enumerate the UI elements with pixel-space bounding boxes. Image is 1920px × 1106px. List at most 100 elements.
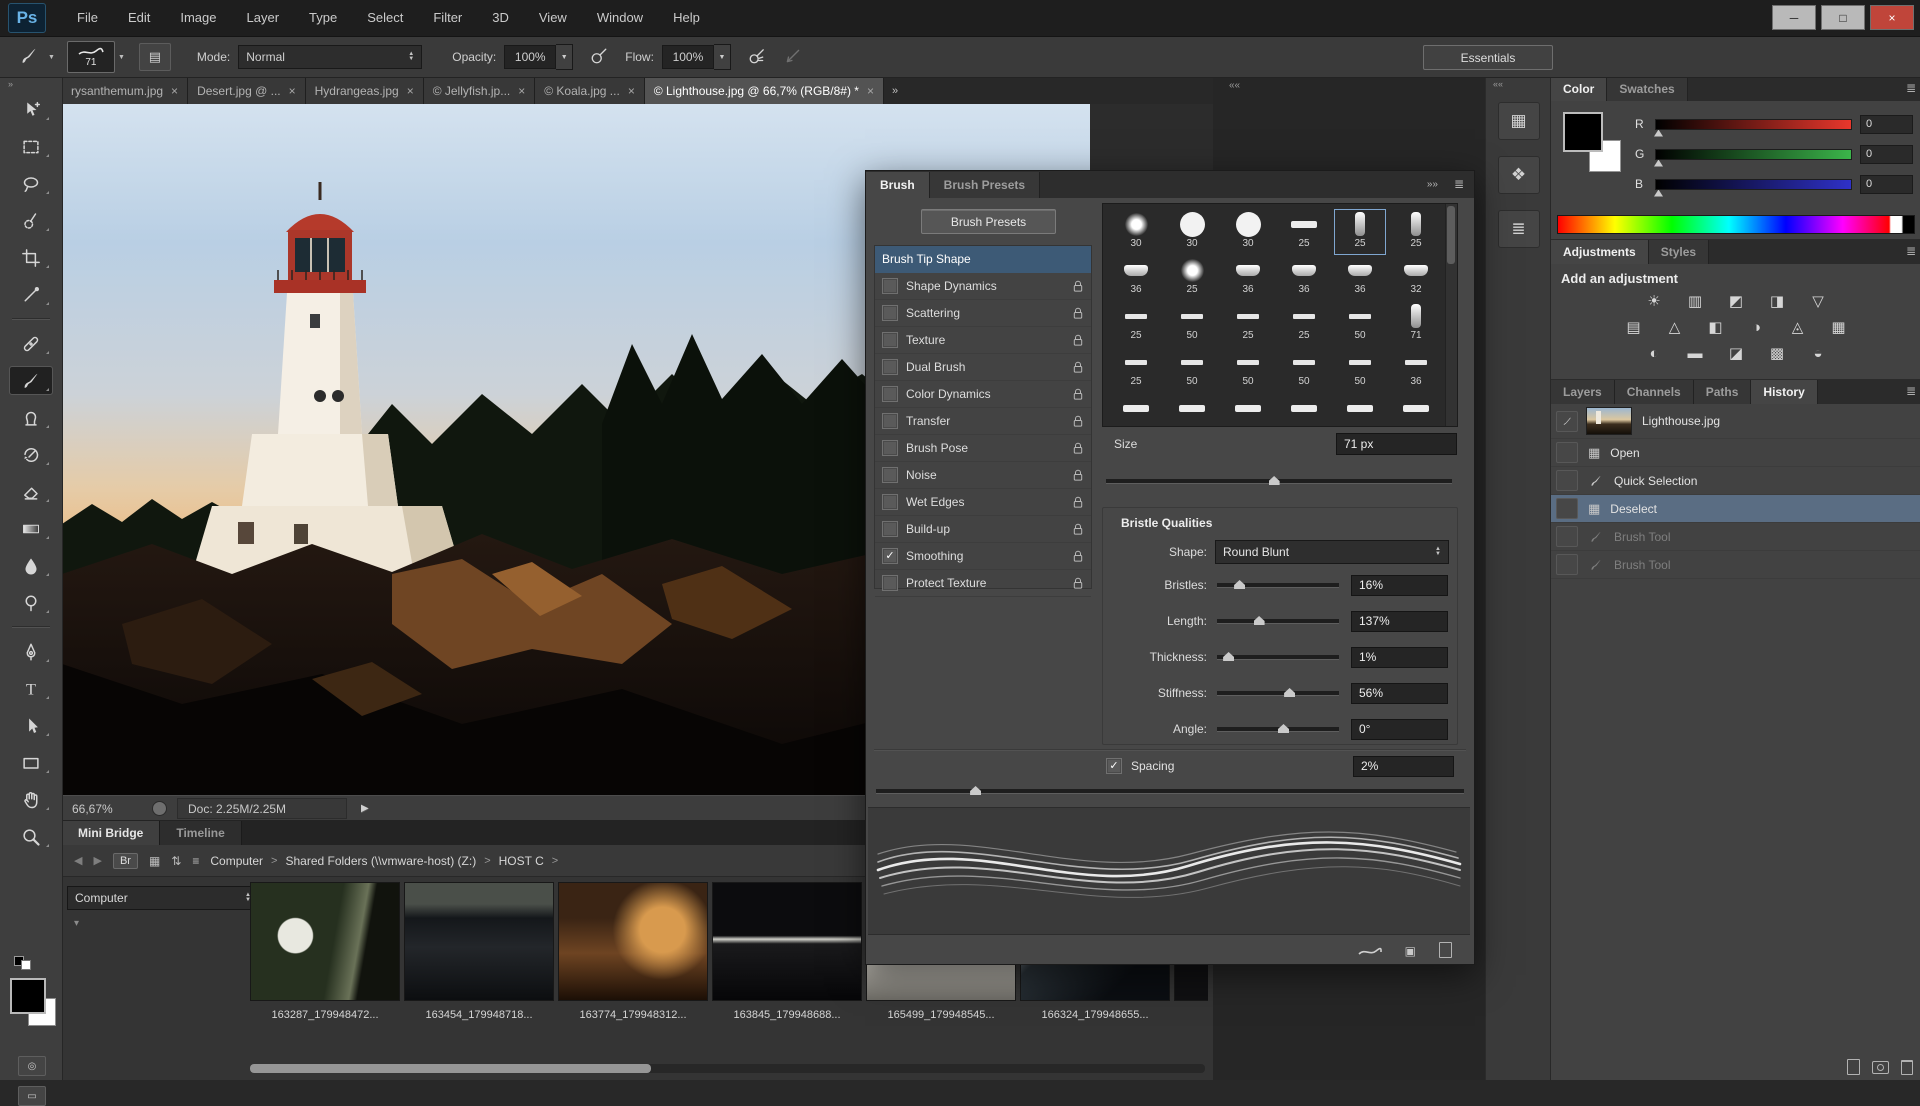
brush-setting-scattering[interactable]: Scattering [875,300,1091,327]
brush-tip-preset[interactable]: 25 [1279,302,1329,346]
brush-preset-picker[interactable]: 71 [67,41,115,73]
brush-setting-shape-dynamics[interactable]: Shape Dynamics [875,273,1091,300]
brush-tip-preset[interactable]: 36 [1335,256,1385,300]
document-tab[interactable]: © Lighthouse.jpg @ 66,7% (RGB/8#) *× [645,78,884,104]
view-options-icon[interactable]: ▦ [149,854,160,868]
brush-tip-preset[interactable] [1223,394,1273,427]
live-tip-preview-icon[interactable] [1358,946,1382,958]
setting-checkbox[interactable] [882,332,898,348]
pod-expander-icon[interactable]: ▾ [74,918,79,929]
foreground-color-swatch[interactable] [10,978,46,1014]
status-options-icon[interactable]: ▶ [361,803,369,814]
history-state[interactable]: ▦Open [1551,439,1920,467]
history-snapshot[interactable]: Lighthouse.jpg [1551,404,1920,439]
setting-checkbox[interactable]: ✓ [882,548,898,564]
create-new-brush-icon[interactable] [1439,942,1452,958]
tab-adjustments[interactable]: Adjustments [1551,240,1649,264]
menu-file[interactable]: File [62,0,113,36]
tab-styles[interactable]: Styles [1649,240,1709,264]
navigator-panel-icon[interactable]: ❖ [1498,156,1540,194]
tab-paths[interactable]: Paths [1694,380,1752,404]
color-spectrum-ramp[interactable] [1557,215,1915,234]
slider-thumb[interactable] [1223,652,1234,661]
threshold-icon[interactable]: ◪ [1723,342,1749,364]
menu-3d[interactable]: 3D [477,0,524,36]
slider-thumb[interactable] [1254,616,1265,625]
file-item[interactable]: 163845_179948688... [712,882,862,1054]
close-button[interactable]: × [1870,5,1914,30]
document-size-field[interactable]: Doc: 2.25M/2.25M [177,798,347,819]
brush-tip-preset[interactable] [1279,394,1329,427]
brush-setting-brush-tip-shape[interactable]: Brush Tip Shape [875,246,1091,273]
setting-checkbox[interactable] [882,440,898,456]
setting-checkbox[interactable] [882,305,898,321]
brush-setting-smoothing[interactable]: ✓Smoothing [875,543,1091,570]
scrollbar-thumb[interactable] [1447,206,1455,264]
slider-track[interactable] [1217,583,1339,587]
brush-tip-preset[interactable]: 50 [1335,348,1385,392]
brush-tip-preset[interactable]: 71 [1391,302,1441,346]
file-thumbnail[interactable] [250,882,400,1001]
brush-tip-preset[interactable]: 30 [1223,210,1273,254]
menu-type[interactable]: Type [294,0,352,36]
tab-color[interactable]: Color [1551,77,1607,101]
file-item[interactable]: 163774_179948312... [558,882,708,1054]
setting-checkbox[interactable] [882,386,898,402]
brush-tip-preset[interactable] [1391,394,1441,427]
brush-tip-preset[interactable]: 30 [1167,210,1217,254]
breadcrumb-item[interactable]: Shared Folders (\\vmware-host) (Z:) [285,854,476,868]
brush-tip-preset[interactable]: 25 [1335,210,1385,254]
crop-tool[interactable] [10,244,52,271]
spacing-value-field[interactable]: 2% [1353,756,1454,777]
panel-menu-icon[interactable]: ≣ [1906,384,1916,398]
shape-dropdown[interactable]: Round Blunt ▲ ▼ [1215,540,1449,564]
opacity-value[interactable]: 100% [504,45,556,69]
breadcrumb-item[interactable]: Computer [210,854,263,868]
setting-checkbox[interactable] [882,278,898,294]
channel-slider[interactable] [1655,119,1852,130]
history-state[interactable]: Brush Tool [1551,523,1920,551]
tab-layers[interactable]: Layers [1551,380,1615,404]
expand-panels-icon[interactable]: «« [1486,76,1551,92]
close-tab-icon[interactable]: × [628,84,635,98]
slider-value-field[interactable]: 56% [1351,683,1448,704]
menu-view[interactable]: View [524,0,582,36]
levels-icon[interactable]: ▥ [1682,290,1708,312]
set-history-source-well[interactable] [1556,526,1578,547]
brush-setting-brush-pose[interactable]: Brush Pose [875,435,1091,462]
brush-setting-noise[interactable]: Noise [875,462,1091,489]
toggle-brush-panel-button[interactable]: ▤ [139,43,171,71]
slider-thumb[interactable] [1654,130,1663,137]
menu-filter[interactable]: Filter [418,0,477,36]
document-tab[interactable]: Hydrangeas.jpg× [306,78,424,104]
healing-brush-tool[interactable] [10,330,52,357]
brush-tip-preset[interactable]: 36 [1223,256,1273,300]
brush-tip-preset[interactable]: 25 [1167,256,1217,300]
scrollbar-thumb[interactable] [250,1064,651,1073]
panel-menu-icon[interactable]: ≣ [1906,244,1916,258]
file-item[interactable]: 163287_179948472... [250,882,400,1054]
properties-panel-icon[interactable]: ≣ [1498,210,1540,248]
zoom-level[interactable]: 66,67% [72,802,130,816]
quick-selection-tool[interactable] [10,207,52,234]
delete-state-icon[interactable] [1901,1060,1913,1075]
brightness-contrast-icon[interactable]: ☀ [1641,290,1667,312]
brush-tip-preset[interactable] [1335,394,1385,427]
brush-tip-preset[interactable]: 25 [1279,210,1329,254]
channel-mixer-icon[interactable]: ◬ [1785,316,1811,338]
slider-track[interactable] [1217,727,1339,731]
collapse-dock-icon[interactable]: «« [1229,80,1240,91]
brush-tip-preset[interactable] [1167,394,1217,427]
menu-edit[interactable]: Edit [113,0,165,36]
zoom-tool[interactable] [10,823,52,850]
setting-checkbox[interactable] [882,575,898,591]
channel-slider[interactable] [1655,179,1852,190]
spacing-slider[interactable] [876,789,1464,793]
brush-setting-protect-texture[interactable]: Protect Texture [875,570,1091,597]
brush-tip-preset[interactable]: 32 [1391,256,1441,300]
brush-setting-build-up[interactable]: Build-up [875,516,1091,543]
exposure-icon[interactable]: ◨ [1764,290,1790,312]
blur-tool[interactable] [10,552,52,579]
tablet-pressure-size-icon[interactable] [783,47,803,68]
breadcrumb-item[interactable]: HOST C [499,854,544,868]
